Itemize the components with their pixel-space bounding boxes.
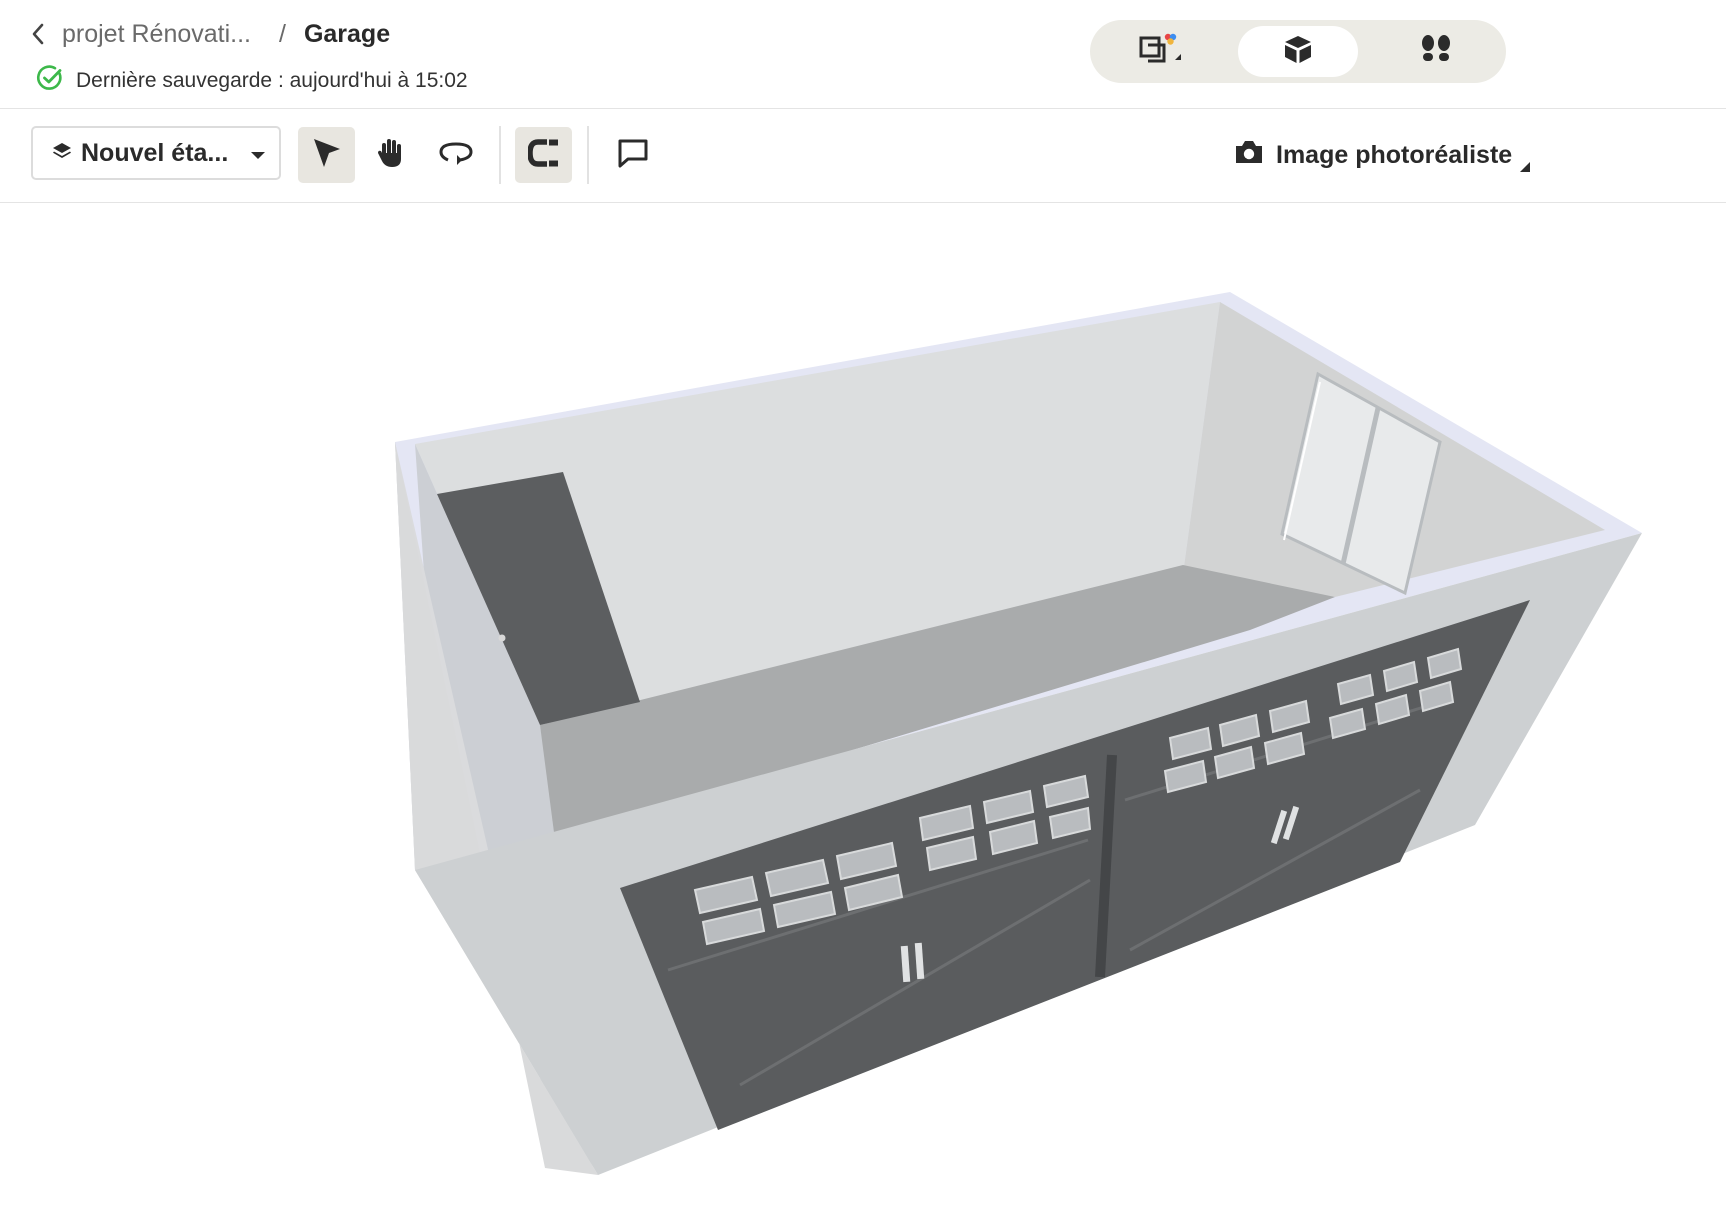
toolbar: Nouvel éta... Image photoréaliste <box>0 109 1726 203</box>
walkthrough-button[interactable] <box>1376 26 1496 77</box>
photorealistic-image-button[interactable]: Image photoréaliste <box>1234 129 1531 181</box>
view-3d-button[interactable] <box>1238 26 1358 77</box>
photorealistic-image-label: Image photoréaliste <box>1276 140 1513 169</box>
breadcrumb-separator: / <box>279 19 286 48</box>
floor-plan-icon <box>1137 30 1183 73</box>
cube-icon <box>1282 33 1314 70</box>
footsteps-icon <box>1419 33 1453 70</box>
door-knob <box>498 634 506 642</box>
rotate-icon <box>438 139 473 172</box>
hand-icon <box>377 137 405 174</box>
top-bar: projet Rénovati... / Garage Dernière sau… <box>0 0 1726 109</box>
magnet-tool-button[interactable] <box>515 127 572 183</box>
view-mode-toggle <box>1090 20 1506 83</box>
comment-tool-button[interactable] <box>604 127 661 183</box>
comment-icon <box>617 138 649 173</box>
state-dropdown-label: Nouvel éta... <box>81 138 229 167</box>
cursor-icon <box>312 137 342 174</box>
garage-3d-scene <box>395 292 1642 1175</box>
chevron-down-icon <box>250 139 266 168</box>
magnet-icon <box>526 138 560 172</box>
back-icon[interactable] <box>26 14 50 54</box>
camera-icon <box>1234 139 1264 172</box>
save-status-text: Dernière sauvegarde : aujourd'hui à 15:0… <box>76 69 468 92</box>
save-status: Dernière sauvegarde : aujourd'hui à 15:0… <box>36 64 468 98</box>
page-title: Garage <box>303 19 391 48</box>
breadcrumb: projet Rénovati... / Garage <box>26 14 390 54</box>
toolbar-divider <box>587 126 589 184</box>
corner-arrow-icon <box>1520 150 1531 179</box>
check-circle-icon <box>36 64 64 98</box>
3d-viewport[interactable] <box>0 203 1726 1232</box>
toolbar-divider <box>499 126 501 184</box>
pan-tool-button[interactable] <box>362 127 419 183</box>
state-dropdown[interactable]: Nouvel éta... <box>31 126 281 180</box>
select-tool-button[interactable] <box>298 127 355 183</box>
layers-icon <box>51 139 73 168</box>
breadcrumb-project-link[interactable]: projet Rénovati... <box>62 20 251 49</box>
view-2d-button[interactable] <box>1100 26 1220 77</box>
rotate-tool-button[interactable] <box>427 127 484 183</box>
